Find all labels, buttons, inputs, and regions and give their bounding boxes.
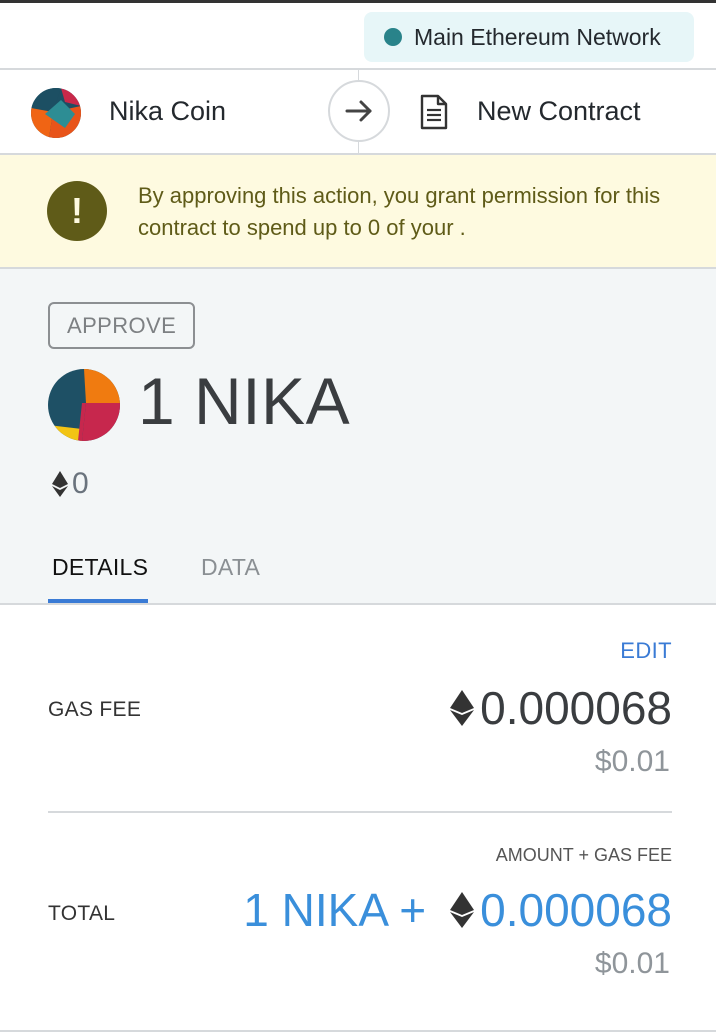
gas-fee-label: GAS FEE bbox=[48, 698, 142, 721]
token-identicon-icon bbox=[48, 369, 120, 441]
tab-data[interactable]: DATA bbox=[201, 554, 260, 581]
warning-text: By approving this action, you grant perm… bbox=[138, 183, 661, 240]
active-tab-indicator bbox=[48, 599, 148, 603]
token-avatar bbox=[48, 369, 120, 441]
gas-fee-value: 0.000068 bbox=[450, 681, 672, 735]
sender-name: Nika Coin bbox=[109, 96, 227, 126]
section-divider bbox=[48, 811, 672, 813]
eth-value: 0 bbox=[52, 467, 89, 501]
arrow-right-icon bbox=[345, 100, 372, 122]
sender-avatar bbox=[31, 88, 81, 138]
details-panel: EDIT GAS FEE 0.000068 $0.01 AMOUNT + GAS… bbox=[0, 605, 716, 1032]
gas-fee-fiat: $0.01 bbox=[594, 745, 670, 778]
total-eth-amount: 0.000068 bbox=[480, 884, 672, 936]
transaction-summary: APPROVE 1 NIKA 0 DETAILS DATA bbox=[0, 269, 716, 605]
sender-recipient-row: Nika Coin New Contract bbox=[0, 70, 716, 155]
token-amount: 1 NIKA bbox=[138, 364, 351, 438]
confirm-transaction-page: Main Ethereum Network Nika Coin New Cont… bbox=[0, 0, 716, 1032]
network-status-icon bbox=[384, 28, 402, 46]
ethereum-icon bbox=[52, 471, 68, 497]
total-fiat: $0.01 bbox=[594, 947, 670, 980]
approval-warning: ! By approving this action, you grant pe… bbox=[0, 155, 716, 269]
network-selector[interactable]: Main Ethereum Network bbox=[364, 12, 694, 62]
tab-details[interactable]: DETAILS bbox=[52, 554, 148, 581]
eth-value-text: 0 bbox=[72, 467, 89, 500]
edit-gas-button[interactable]: EDIT bbox=[620, 638, 672, 664]
transfer-arrow bbox=[328, 80, 390, 142]
gas-fee-eth: 0.000068 bbox=[480, 682, 672, 734]
recipient-name[interactable]: New Contract bbox=[477, 96, 641, 127]
ethereum-icon bbox=[450, 892, 475, 928]
ethereum-icon bbox=[450, 690, 475, 726]
network-label: Main Ethereum Network bbox=[414, 23, 661, 50]
total-label: TOTAL bbox=[48, 902, 116, 925]
network-header: Main Ethereum Network bbox=[0, 3, 716, 70]
action-badge: APPROVE bbox=[48, 302, 196, 349]
document-icon bbox=[419, 94, 449, 130]
amount-plus-gas-label: AMOUNT + GAS FEE bbox=[495, 845, 672, 865]
total-value: 1 NIKA + 0.000068 bbox=[243, 883, 672, 937]
warning-icon: ! bbox=[47, 181, 107, 241]
total-token-amount: 1 NIKA + bbox=[243, 884, 427, 936]
sender-identicon-icon bbox=[31, 88, 81, 138]
